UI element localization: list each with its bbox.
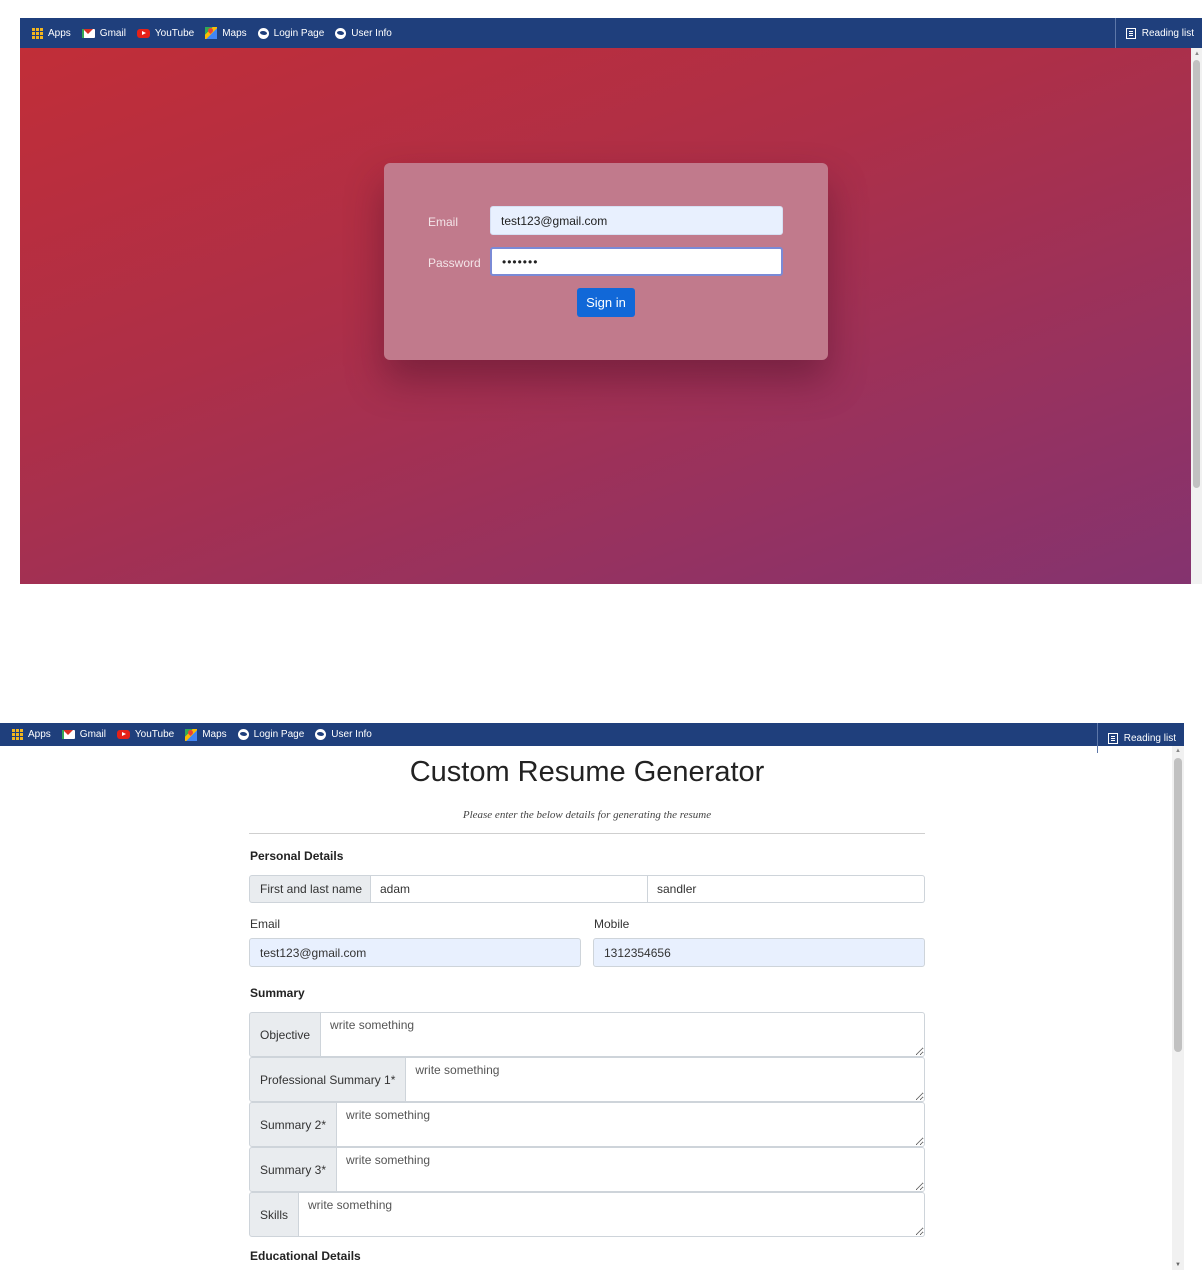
summary-3-group: Summary 3* (249, 1147, 925, 1192)
name-label: First and last name (249, 875, 371, 903)
bookmark-youtube[interactable]: YouTube (136, 27, 195, 39)
bookmark-label: YouTube (134, 729, 175, 740)
scroll-down-icon[interactable]: ▼ (1175, 1262, 1181, 1268)
email-input[interactable] (249, 938, 581, 967)
bookmark-label: Maps (222, 27, 247, 39)
reading-list-label: Reading list (1141, 27, 1194, 39)
bookmark-label: YouTube (154, 27, 195, 39)
bookmark-apps[interactable]: Apps (32, 27, 71, 39)
email-input[interactable] (490, 206, 783, 235)
bookmark-user-info[interactable]: User Info (335, 27, 392, 39)
youtube-icon (136, 28, 150, 38)
bookmark-maps[interactable]: Maps (205, 27, 247, 39)
scroll-up-icon[interactable]: ▲ (1194, 51, 1200, 57)
globe-icon (315, 729, 327, 740)
personal-details-heading: Personal Details (250, 849, 344, 863)
email-label: Email (250, 917, 281, 931)
email-label: Email (428, 215, 459, 229)
first-name-input[interactable] (371, 875, 648, 903)
mobile-label: Mobile (594, 917, 630, 931)
professional-summary-1-group: Professional Summary 1* (249, 1057, 925, 1102)
skills-group: Skills (249, 1192, 925, 1237)
scrollbar-thumb[interactable] (1174, 758, 1182, 1052)
gmail-icon (61, 730, 75, 739)
objective-textarea[interactable] (321, 1012, 925, 1057)
scrollbar[interactable]: ▲ ▼ (1172, 746, 1184, 1270)
sign-in-button[interactable]: Sign in (577, 288, 635, 317)
apps-grid-icon (12, 729, 23, 740)
login-screen: Apps Gmail YouTube Maps Login Page User … (0, 0, 1202, 584)
globe-icon (335, 27, 347, 39)
name-input-group: First and last name (249, 875, 925, 903)
educational-details-heading: Educational Details (250, 1249, 361, 1263)
apps-grid-icon (32, 27, 43, 39)
bookmark-label: Gmail (99, 27, 126, 39)
globe-icon (237, 729, 249, 740)
bookmark-label: Apps (48, 27, 71, 39)
reading-list-icon (1125, 27, 1136, 39)
summary-3-textarea[interactable] (337, 1147, 925, 1192)
reading-list-icon (1107, 732, 1118, 744)
bookmark-label: Login Page (253, 729, 305, 740)
password-label: Password (428, 256, 481, 270)
globe-icon (257, 27, 269, 39)
resume-screen: Apps Gmail YouTube Maps Login Page User … (0, 720, 1202, 1270)
bookmark-maps[interactable]: Maps (185, 728, 227, 741)
skills-label: Skills (249, 1192, 300, 1237)
professional-summary-1-textarea[interactable] (406, 1057, 925, 1102)
bookmark-label: User Info (331, 729, 372, 740)
summary-heading: Summary (250, 986, 305, 1000)
login-background: Email Password Sign in (20, 48, 1191, 584)
bookmark-label: Apps (28, 729, 51, 740)
last-name-input[interactable] (648, 875, 925, 903)
objective-label: Objective (249, 1012, 322, 1057)
bookmark-youtube[interactable]: YouTube (116, 729, 175, 740)
summary-2-textarea[interactable] (337, 1102, 925, 1147)
bookmark-apps[interactable]: Apps (12, 729, 51, 740)
summary-2-group: Summary 2* (249, 1102, 925, 1147)
page-subtitle: Please enter the below details for gener… (462, 809, 712, 821)
bookmark-gmail[interactable]: Gmail (81, 27, 126, 39)
gmail-icon (81, 28, 95, 38)
mobile-input[interactable] (593, 938, 925, 967)
bookmark-label: Maps (202, 729, 227, 740)
bookmark-label: Gmail (79, 729, 106, 740)
summary-2-label: Summary 2* (249, 1102, 338, 1147)
scroll-up-icon[interactable]: ▲ (1175, 748, 1181, 754)
bookmarks-bar: Apps Gmail YouTube Maps Login Page User … (20, 18, 1202, 48)
youtube-icon (116, 730, 130, 739)
divider (249, 833, 925, 834)
bookmark-login-page[interactable]: Login Page (237, 729, 305, 740)
maps-icon (205, 27, 218, 39)
bookmark-user-info[interactable]: User Info (315, 729, 372, 740)
bookmarks-bar: Apps Gmail YouTube Maps Login Page User … (0, 723, 1184, 753)
summary-3-label: Summary 3* (249, 1147, 338, 1192)
reading-list-button[interactable]: Reading list (1114, 18, 1194, 48)
professional-summary-1-label: Professional Summary 1* (249, 1057, 407, 1102)
scrollbar[interactable]: ▲ (1191, 48, 1202, 584)
login-card: Email Password Sign in (384, 163, 828, 360)
page-title: Custom Resume Generator (409, 756, 765, 788)
maps-icon (185, 728, 198, 741)
skills-textarea[interactable] (299, 1192, 925, 1237)
scrollbar-thumb[interactable] (1193, 60, 1200, 488)
reading-list-label: Reading list (1123, 732, 1176, 744)
bookmark-gmail[interactable]: Gmail (61, 729, 106, 740)
reading-list-button[interactable]: Reading list (1096, 723, 1176, 753)
bookmark-login-page[interactable]: Login Page (257, 27, 325, 39)
objective-group: Objective (249, 1012, 925, 1057)
bookmark-label: User Info (351, 27, 392, 39)
password-input[interactable] (490, 247, 783, 276)
bookmark-label: Login Page (273, 27, 325, 39)
